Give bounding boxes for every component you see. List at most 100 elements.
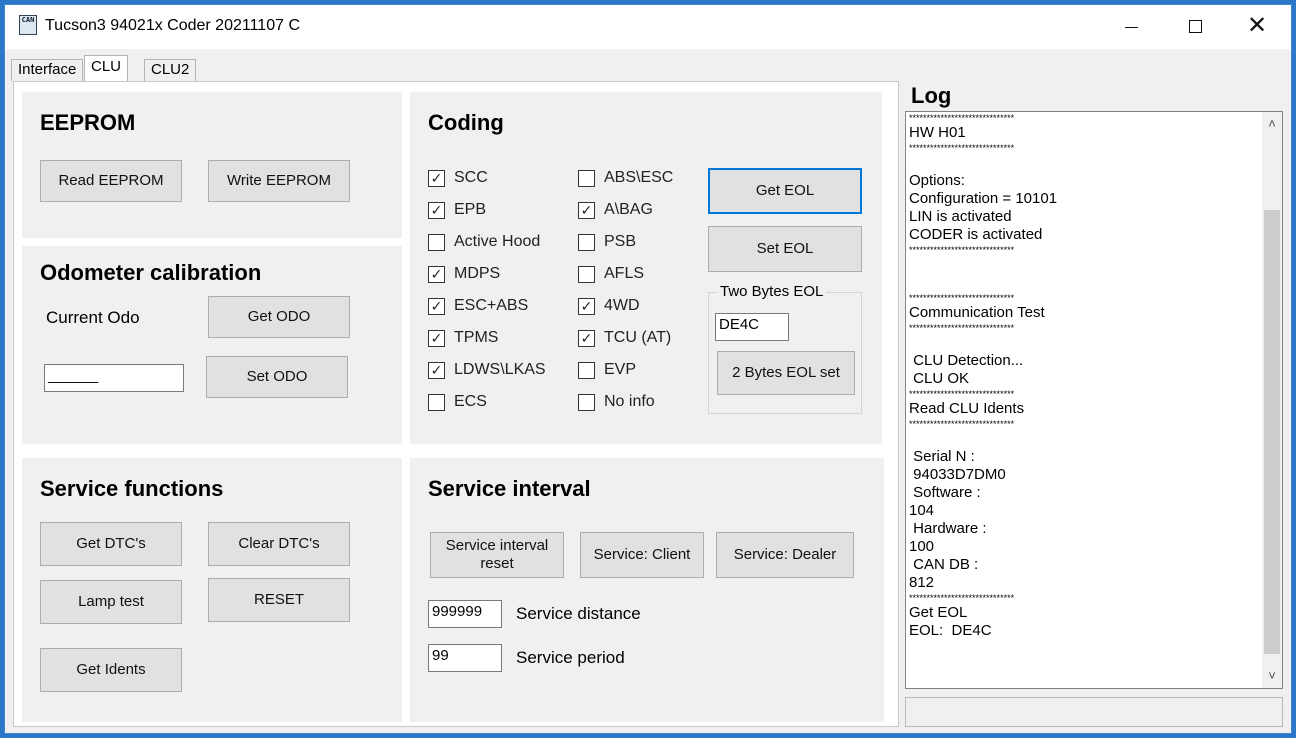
checkbox-tcu-at[interactable]: ✓ TCU (AT) <box>578 328 671 348</box>
service-period-label: Service period <box>516 648 625 667</box>
checkbox-active-hood[interactable]: Active Hood <box>428 232 540 252</box>
log-line: Software : <box>909 484 981 501</box>
checkbox-box[interactable] <box>578 233 595 251</box>
eeprom-panel: EEPROM Read EEPROM Write EEPROM <box>22 92 402 238</box>
scroll-up-icon[interactable]: ˄ <box>1262 114 1282 134</box>
service-dealer-button[interactable]: Service: Dealer <box>716 532 854 578</box>
log-line: EOL: DE4C <box>909 622 992 639</box>
service-functions-panel: Service functions Get DTC's Clear DTC's … <box>22 458 402 722</box>
checkbox-label: ECS <box>454 393 487 410</box>
set-eol-button[interactable]: Set EOL <box>708 226 862 272</box>
log-line: HW H01 <box>909 124 966 141</box>
lamp-test-button[interactable]: Lamp test <box>40 580 182 624</box>
minimize-icon <box>1125 27 1138 28</box>
log-line: CAN DB : <box>909 556 979 573</box>
log-line: 104 <box>909 502 935 519</box>
write-eeprom-button[interactable]: Write EEPROM <box>208 160 350 202</box>
scroll-down-icon[interactable]: ˅ <box>1262 666 1282 686</box>
tab-clu[interactable]: CLU <box>84 55 129 82</box>
tab-interface[interactable]: Interface <box>11 59 84 81</box>
title-bar[interactable]: CAN Tucson3 94021x Coder 20211107 C ✕ <box>5 5 1291 49</box>
checkbox-box[interactable] <box>578 393 595 411</box>
checkbox-box[interactable]: ✓ <box>428 201 445 219</box>
log-textbox[interactable]: ****************************** HW H01 ****… <box>905 111 1283 689</box>
checkbox-box[interactable] <box>578 361 595 379</box>
eol-value-input[interactable]: DE4C <box>715 313 789 341</box>
odometer-panel: Odometer calibration Current Odo Get ODO… <box>22 246 402 444</box>
checkbox-label: EPB <box>454 201 487 218</box>
service-distance-input[interactable]: 999999 <box>428 600 502 628</box>
service-distance-label: Service distance <box>516 604 641 623</box>
checkbox-label: PSB <box>604 233 637 250</box>
checkbox-box[interactable]: ✓ <box>578 201 595 219</box>
checkbox-evp[interactable]: EVP <box>578 360 636 380</box>
read-eeprom-button[interactable]: Read EEPROM <box>40 160 182 202</box>
service-interval-reset-button[interactable]: Service interval reset <box>430 532 564 578</box>
two-bytes-eol-set-button[interactable]: 2 Bytes EOL set <box>717 351 855 395</box>
reset-button[interactable]: RESET <box>208 578 350 622</box>
log-scrollbar[interactable]: ˄ ˅ <box>1262 112 1282 688</box>
log-line: 100 <box>909 538 935 555</box>
log-line: ****************************** <box>909 143 1015 153</box>
checkbox-label: TPMS <box>454 329 499 346</box>
odometer-input[interactable]: ______ <box>44 364 184 392</box>
service-interval-title: Service interval <box>428 476 591 501</box>
maximize-button[interactable] <box>1165 5 1225 49</box>
checkbox-esc-abs[interactable]: ✓ ESC+ABS <box>428 296 528 316</box>
checkbox-scc[interactable]: ✓ SCC <box>428 168 488 188</box>
checkbox-abs-esc[interactable]: ABS\ESC <box>578 168 673 188</box>
log-line: Serial N : <box>909 448 975 465</box>
checkbox-no-info[interactable]: No info <box>578 392 655 412</box>
checkbox-box[interactable] <box>428 393 445 411</box>
get-dtc-button[interactable]: Get DTC's <box>40 522 182 566</box>
checkbox-box[interactable]: ✓ <box>428 361 445 379</box>
two-bytes-eol-label: Two Bytes EOL <box>717 283 827 300</box>
log-line: Hardware : <box>909 520 987 537</box>
scroll-thumb[interactable] <box>1264 210 1280 654</box>
checkbox-a-bag[interactable]: ✓ A\BAG <box>578 200 653 220</box>
coding-title: Coding <box>428 110 504 135</box>
checkbox-box[interactable] <box>428 233 445 251</box>
service-client-button[interactable]: Service: Client <box>580 532 704 578</box>
odometer-title: Odometer calibration <box>40 260 262 285</box>
checkbox-box[interactable]: ✓ <box>578 329 595 347</box>
checkbox-box[interactable]: ✓ <box>428 297 445 315</box>
eeprom-title: EEPROM <box>40 110 136 135</box>
checkbox-ldws-lkas[interactable]: ✓ LDWS\LKAS <box>428 360 546 380</box>
checkbox-label: 4WD <box>604 297 640 314</box>
app-icon: CAN <box>19 15 37 35</box>
get-odo-button[interactable]: Get ODO <box>208 296 350 338</box>
checkbox-box[interactable] <box>578 265 595 283</box>
get-idents-button[interactable]: Get Idents <box>40 648 182 692</box>
minimize-button[interactable] <box>1101 5 1161 49</box>
set-odo-button[interactable]: Set ODO <box>206 356 348 398</box>
checkbox-label: SCC <box>454 169 488 186</box>
log-title: Log <box>911 83 952 108</box>
tab-clu2[interactable]: CLU2 <box>144 59 197 81</box>
service-period-input[interactable]: 99 <box>428 644 502 672</box>
checkbox-box[interactable]: ✓ <box>428 265 445 283</box>
checkbox-box[interactable]: ✓ <box>428 329 445 347</box>
log-line: ****************************** <box>909 389 1015 399</box>
checkbox-label: No info <box>604 393 655 410</box>
checkbox-afls[interactable]: AFLS <box>578 264 644 284</box>
clear-dtc-button[interactable]: Clear DTC's <box>208 522 350 566</box>
checkbox-4wd[interactable]: ✓ 4WD <box>578 296 640 316</box>
get-eol-button[interactable]: Get EOL <box>708 168 862 214</box>
two-bytes-eol-group: Two Bytes EOL DE4C 2 Bytes EOL set <box>708 283 862 414</box>
checkbox-mdps[interactable]: ✓ MDPS <box>428 264 500 284</box>
checkbox-label: AFLS <box>604 265 645 282</box>
checkbox-box[interactable]: ✓ <box>428 169 445 187</box>
checkbox-ecs[interactable]: ECS <box>428 392 487 412</box>
close-button[interactable]: ✕ <box>1229 5 1289 49</box>
checkbox-psb[interactable]: PSB <box>578 232 636 252</box>
checkbox-epb[interactable]: ✓ EPB <box>428 200 486 220</box>
checkbox-box[interactable]: ✓ <box>578 297 595 315</box>
window-title: Tucson3 94021x Coder 20211107 C <box>45 17 300 34</box>
checkbox-tpms[interactable]: ✓ TPMS <box>428 328 498 348</box>
checkbox-box[interactable] <box>578 169 595 187</box>
